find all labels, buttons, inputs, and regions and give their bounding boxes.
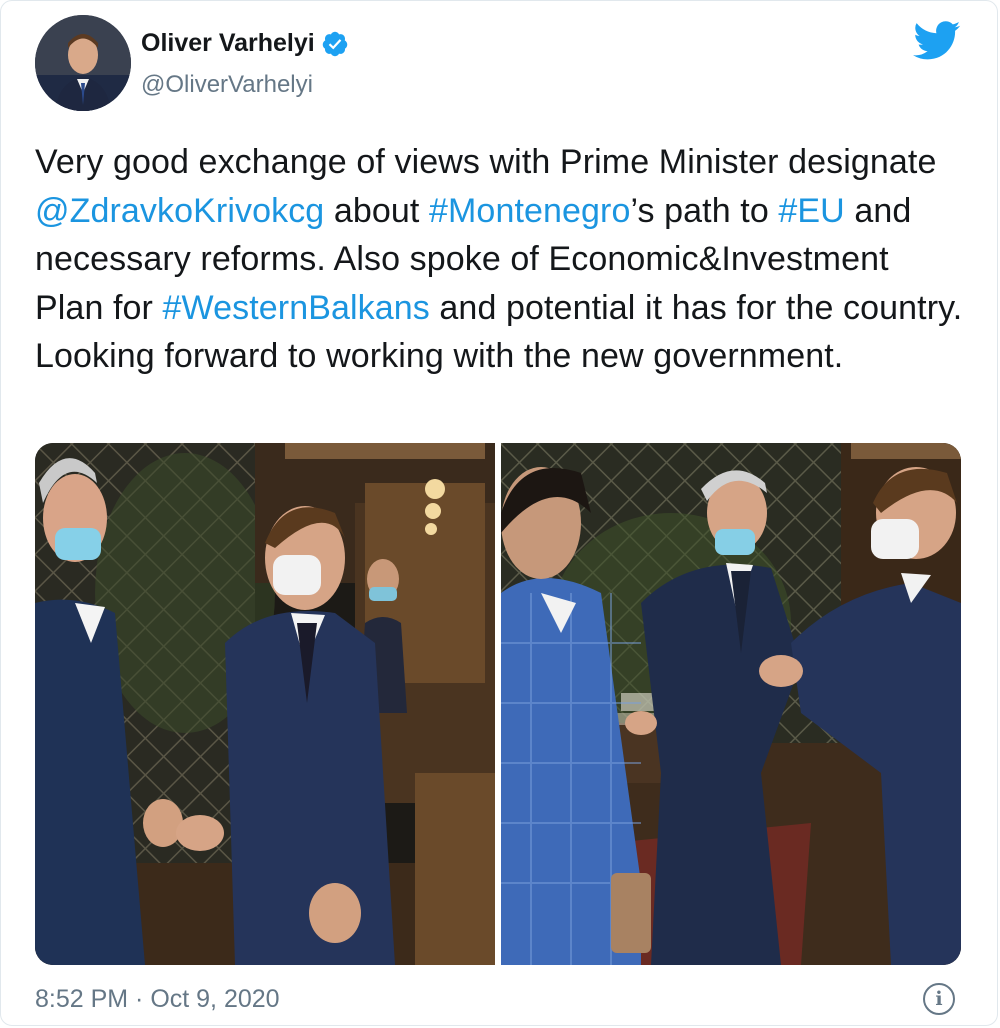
info-glyph: i	[935, 988, 943, 1010]
photo-2-image	[501, 443, 961, 965]
photo-1-image	[35, 443, 495, 965]
photo-2[interactable]	[501, 443, 961, 965]
hashtag-link[interactable]: #EU	[778, 192, 844, 230]
author-name-row[interactable]: Oliver Varhelyi	[141, 29, 349, 58]
avatar[interactable]	[35, 15, 131, 111]
tweet-timestamp[interactable]: 8:52 PM · Oct 9, 2020	[35, 985, 280, 1014]
avatar-image	[35, 15, 131, 111]
tweet-text-segment: Very good exchange of views with Prime M…	[35, 143, 937, 181]
hashtag-link[interactable]: #WesternBalkans	[163, 289, 430, 327]
twitter-bird-icon[interactable]	[913, 21, 961, 61]
author-name[interactable]: Oliver Varhelyi	[141, 29, 315, 58]
tweet-text-segment: ’s path to	[630, 191, 779, 230]
hashtag-link[interactable]: #Montenegro	[429, 192, 630, 230]
tweet-text: Very good exchange of views with Prime M…	[35, 138, 965, 381]
verified-badge-icon	[322, 31, 347, 56]
author-handle[interactable]: @OliverVarhelyi	[141, 71, 313, 99]
tweet-text-segment: about	[324, 191, 429, 230]
mention-link[interactable]: @ZdravkoKrivokcg	[35, 192, 324, 230]
photo-1[interactable]	[35, 443, 495, 965]
tweet-card: Oliver Varhelyi @OliverVarhelyi Very goo…	[0, 0, 998, 1026]
media-grid	[35, 443, 961, 965]
info-icon[interactable]: i	[923, 983, 955, 1015]
